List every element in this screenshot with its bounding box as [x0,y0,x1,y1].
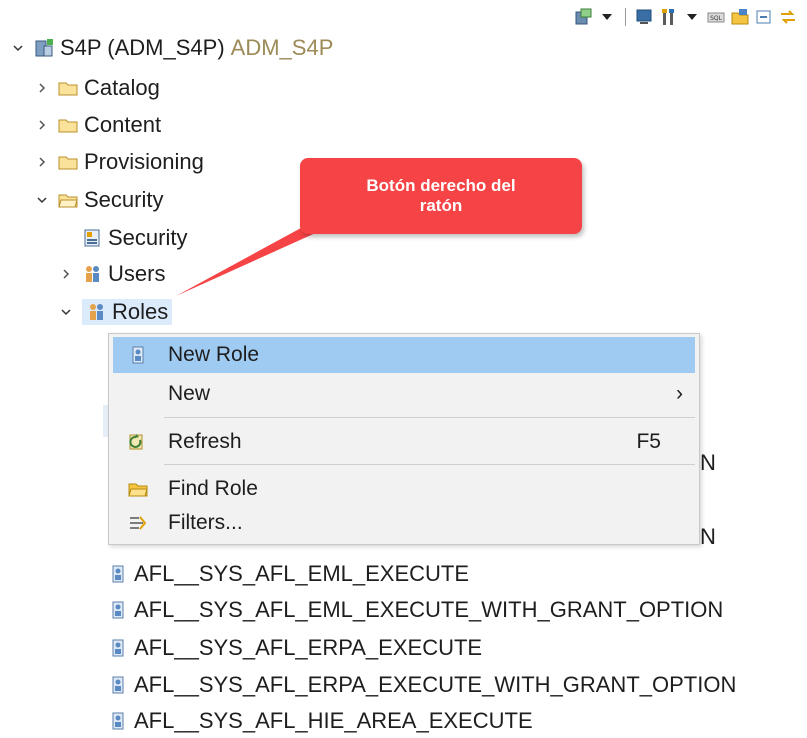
toolbar-separator [625,8,626,26]
menu-item-label: Refresh [168,430,242,453]
role-label: AFL__SYS_AFL_ERPA_EXECUTE_WITH_GRANT_OPT… [134,672,737,697]
chevron-down-icon[interactable] [10,40,26,56]
role-icon [108,675,128,695]
role-list-item[interactable]: AFL__SYS_AFL_EML_EXECUTE_WITH_GRANT_OPTI… [108,594,723,626]
obscured-row-edge: N [700,524,716,549]
menu-item-filters[interactable]: Filters... [113,505,695,541]
security-editor-icon [82,228,102,248]
role-label: AFL__SYS_AFL_ERPA_EXECUTE [134,635,483,660]
sql-icon[interactable]: SQL [707,8,725,26]
menu-item-new[interactable]: New › [113,376,695,412]
role-list-item[interactable]: AFL__SYS_AFL_HIE_AREA_EXECUTE [108,705,533,737]
tree-item-label: Users [108,261,166,286]
role-list-item[interactable]: AFL__SYS_AFL_ERPA_EXECUTE_WITH_GRANT_OPT… [108,669,736,701]
collapse-all-icon[interactable] [755,8,773,26]
role-icon [127,344,149,366]
role-icon [108,711,128,731]
chevron-right-icon[interactable] [34,154,50,170]
system-icon [34,38,54,58]
root-user-label: ADM_S4P [230,35,334,60]
shortcut-label: F5 [636,430,661,453]
tree-item-label: Provisioning [84,149,204,174]
refresh-icon [127,431,149,453]
menu-item-label: New Role [168,343,260,366]
tree-item-label: Security [84,187,164,212]
open-folder-icon[interactable] [731,8,749,26]
filter-icon [127,512,149,534]
chevron-right-icon[interactable] [34,117,50,133]
submenu-arrow-icon: › [676,382,683,405]
tree-item-content[interactable]: Content [34,109,161,141]
menu-item-find-role[interactable]: Find Role [113,471,695,507]
console-icon[interactable] [635,8,653,26]
menu-item-label: Filters... [168,511,243,534]
new-connection-icon[interactable] [574,8,592,26]
view-toolbar: SQL [574,6,797,28]
tree-item-label: Security [108,225,188,250]
link-icon[interactable] [779,8,797,26]
dropdown-caret-icon[interactable] [683,8,701,26]
tree-item-label: Content [84,112,162,137]
menu-item-label: New [168,382,211,405]
annotation-callout: Botón derecho del ratón [300,158,582,234]
svg-text:SQL: SQL [710,15,723,22]
role-icon [108,638,128,658]
tree-item-label: Roles [112,299,169,324]
users-icon [82,264,102,284]
tree-item-security-folder[interactable]: Security [34,184,163,216]
root-label: S4P (ADM_S4P) [60,35,225,60]
role-list-item[interactable]: AFL__SYS_AFL_EML_EXECUTE [108,558,469,590]
chevron-right-icon[interactable] [58,266,74,282]
menu-separator [164,464,695,465]
roles-icon [86,302,106,322]
tree-item-users[interactable]: Users [58,258,165,290]
dropdown-caret-icon[interactable] [598,8,616,26]
folder-icon [58,115,78,135]
tools-icon[interactable] [659,8,677,26]
chevron-down-icon[interactable] [58,304,74,320]
role-label: AFL__SYS_AFL_HIE_AREA_EXECUTE [134,708,533,733]
callout-text-line1: Botón derecho del [366,176,516,195]
role-label: AFL__SYS_AFL_EML_EXECUTE [134,561,470,586]
tree-item-security[interactable]: Security [82,222,187,254]
menu-item-label: Find Role [168,477,258,500]
tree-item-provisioning[interactable]: Provisioning [34,146,204,178]
chevron-down-icon[interactable] [34,192,50,208]
tree-item-roles[interactable]: Roles [58,296,173,328]
open-folder-icon [127,478,149,500]
context-menu: New Role New › Refresh F5 Find Role Filt… [108,333,700,545]
role-icon [108,600,128,620]
tree-item-label: Catalog [84,75,160,100]
callout-text-line2: ratón [419,196,463,215]
obscured-row-edge: N [700,450,716,475]
role-label: AFL__SYS_AFL_EML_EXECUTE_WITH_GRANT_OPTI… [134,597,724,622]
chevron-right-icon[interactable] [34,80,50,96]
tree-root-s4p[interactable]: S4P (ADM_S4P) ADM_S4P [10,32,333,64]
menu-separator [164,417,695,418]
roles-selection[interactable]: Roles [82,299,173,325]
tree-item-catalog[interactable]: Catalog [34,72,160,104]
menu-item-refresh[interactable]: Refresh F5 [113,424,695,460]
menu-item-new-role[interactable]: New Role [113,337,695,373]
folder-icon [58,78,78,98]
role-icon [108,564,128,584]
folder-open-icon [58,190,78,210]
folder-icon [58,152,78,172]
role-list-item[interactable]: AFL__SYS_AFL_ERPA_EXECUTE [108,632,482,664]
